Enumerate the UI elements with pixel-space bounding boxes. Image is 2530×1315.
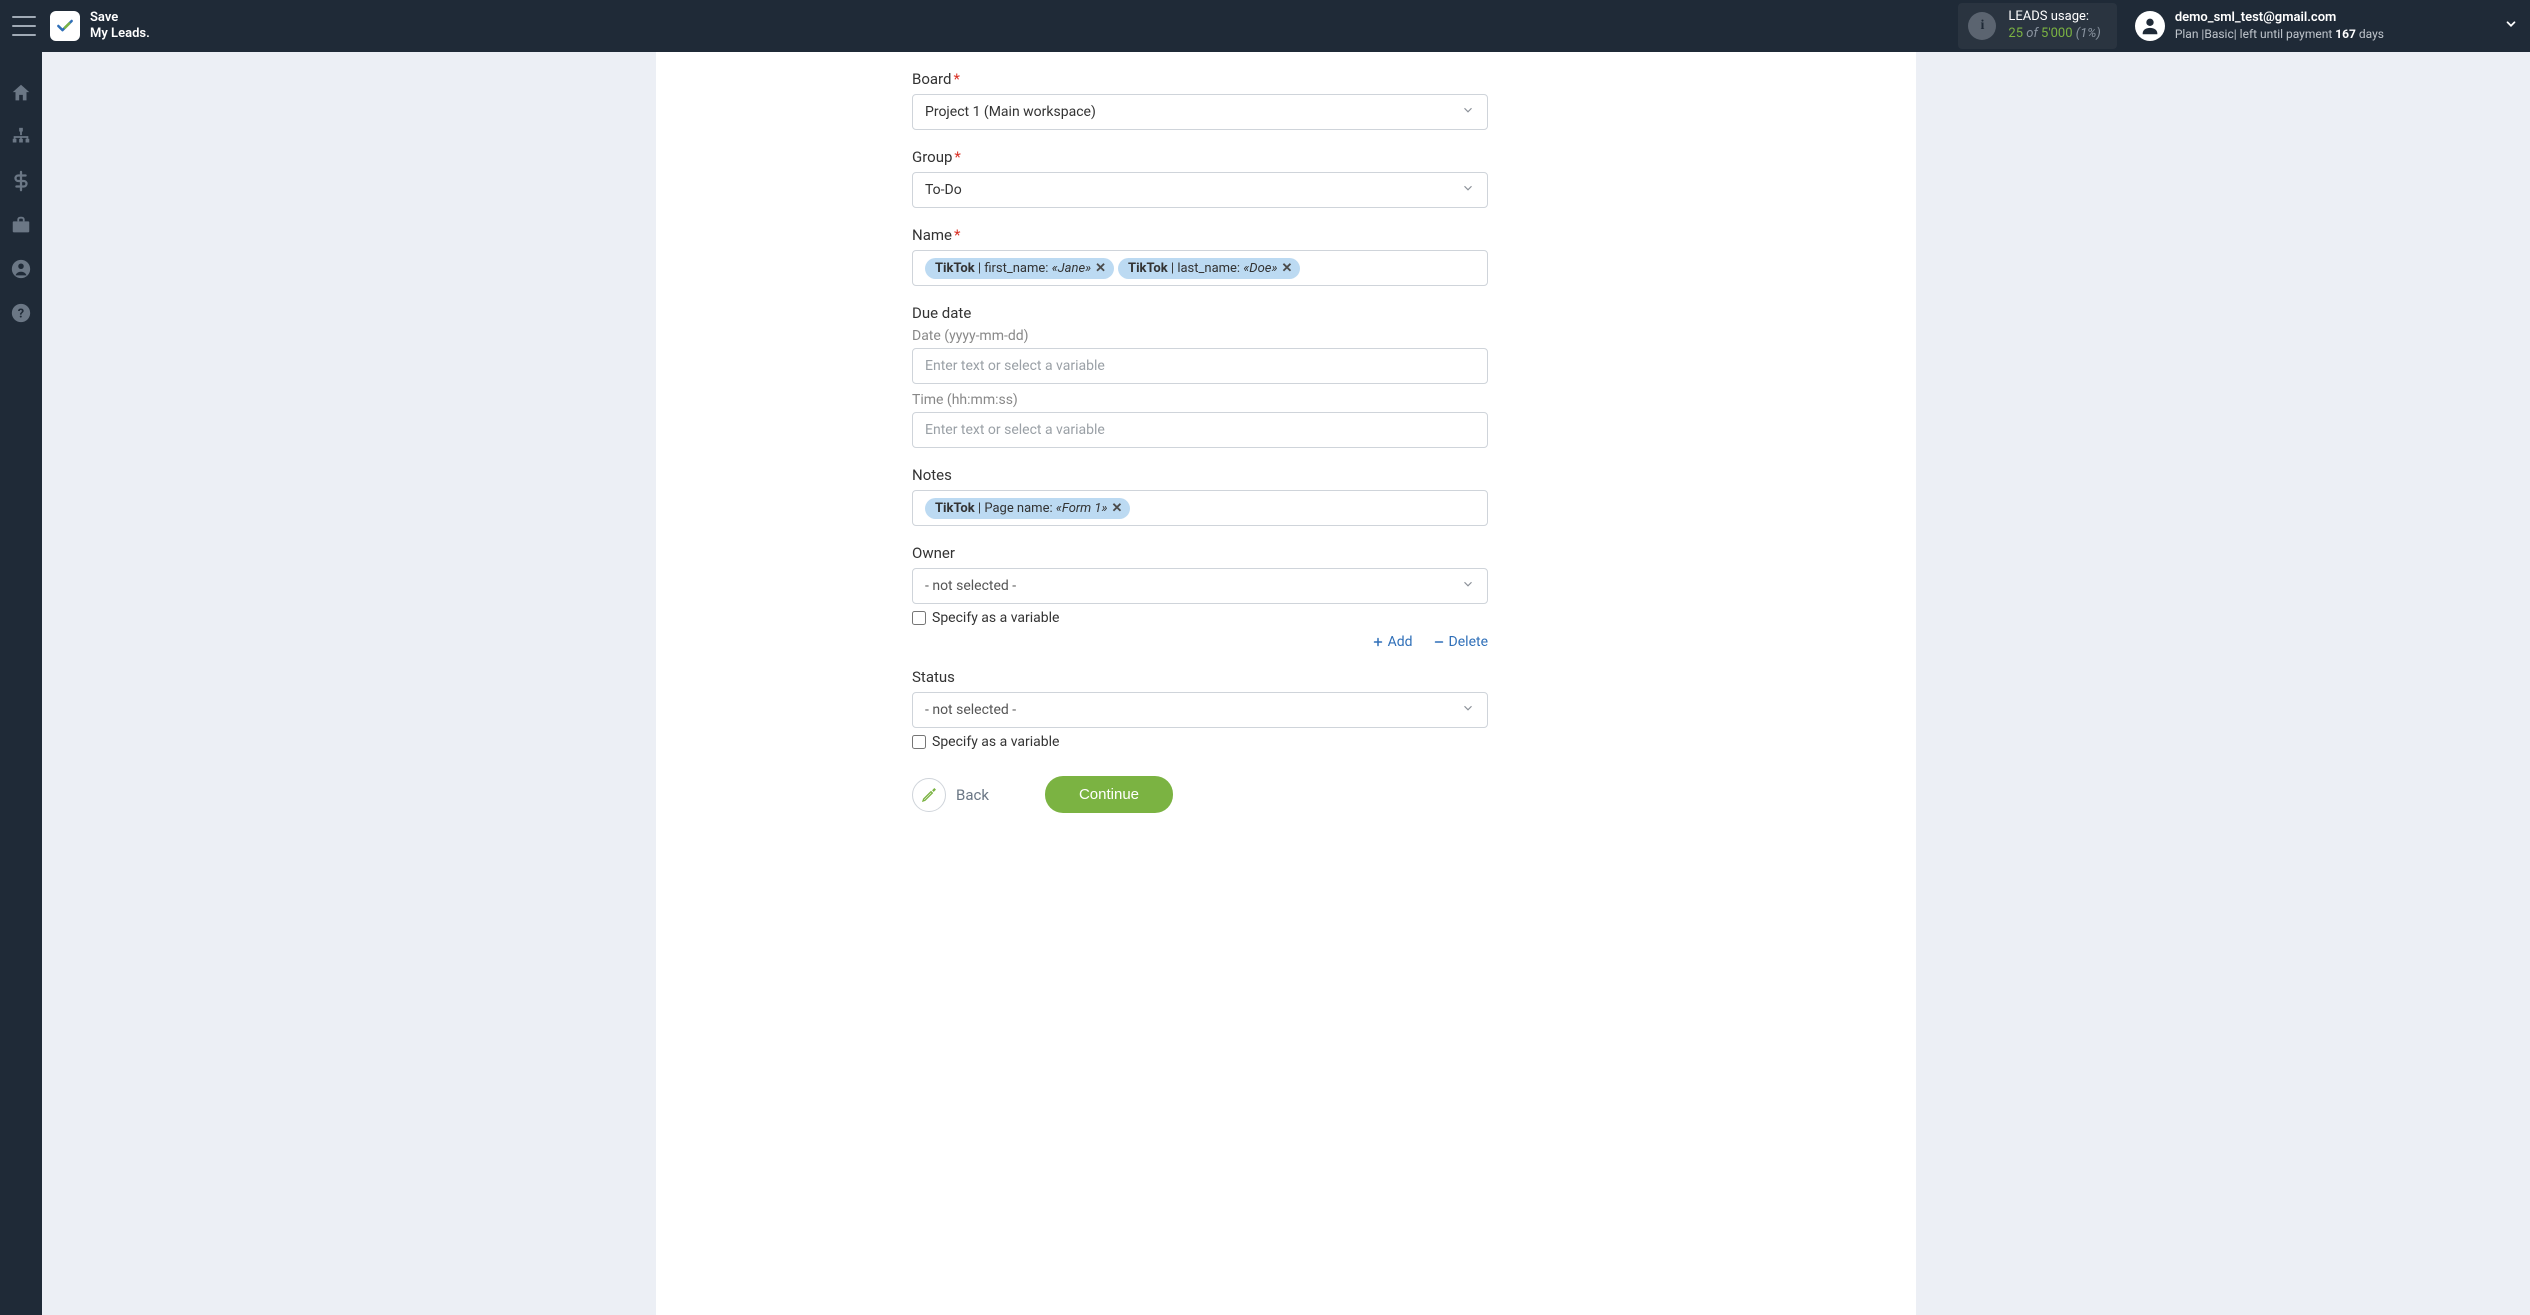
account-icon[interactable]: [10, 258, 32, 280]
time-input[interactable]: Enter text or select a variable: [912, 412, 1488, 448]
chevron-down-icon: [1461, 701, 1475, 719]
time-sublabel: Time (hh:mm:ss): [912, 392, 1488, 408]
continue-button[interactable]: Continue: [1045, 776, 1173, 813]
name-input[interactable]: TikTok | first_name: «Jane» ✕ TikTok | l…: [912, 250, 1488, 286]
help-icon[interactable]: ?: [10, 302, 32, 324]
leads-usage-pill[interactable]: i LEADS usage: 25 of 5'000 (1%): [1958, 3, 2116, 49]
group-label: Group*: [912, 148, 1488, 166]
board-label: Board*: [912, 70, 1488, 88]
briefcase-icon[interactable]: [10, 214, 32, 236]
user-email: demo_sml_test@gmail.com: [2175, 10, 2384, 27]
pencil-icon: [912, 778, 946, 812]
back-button[interactable]: Back: [912, 778, 989, 812]
billing-icon[interactable]: [10, 170, 32, 192]
notes-input[interactable]: TikTok | Page name: «Form 1» ✕: [912, 490, 1488, 526]
date-sublabel: Date (yyyy-mm-dd): [912, 328, 1488, 344]
group-select[interactable]: To-Do: [912, 172, 1488, 208]
chevron-down-icon: [1461, 577, 1475, 595]
chevron-down-icon: [1461, 181, 1475, 199]
remove-chip-icon[interactable]: ✕: [1095, 261, 1106, 276]
owner-label: Owner: [912, 544, 1488, 562]
status-checkbox-label: Specify as a variable: [932, 734, 1059, 750]
sidebar: ?: [0, 52, 42, 1315]
leads-used: 25: [2008, 26, 2023, 41]
owner-select[interactable]: - not selected -: [912, 568, 1488, 604]
variable-chip: TikTok | Page name: «Form 1» ✕: [925, 498, 1130, 519]
avatar-icon: [2135, 11, 2165, 41]
content-panel: Board* Project 1 (Main workspace) Group*…: [656, 52, 1916, 1315]
brand-name: Save My Leads.: [90, 10, 150, 41]
hamburger-menu[interactable]: [12, 16, 36, 36]
delete-button[interactable]: Delete: [1433, 634, 1488, 650]
remove-chip-icon[interactable]: ✕: [1281, 261, 1292, 276]
logo-icon[interactable]: [50, 11, 80, 41]
leads-label: LEADS usage:: [2008, 9, 2100, 26]
info-icon: i: [1968, 12, 1996, 40]
date-input[interactable]: Enter text or select a variable: [912, 348, 1488, 384]
variable-chip: TikTok | last_name: «Doe» ✕: [1118, 258, 1300, 279]
notes-label: Notes: [912, 466, 1488, 484]
add-button[interactable]: Add: [1372, 634, 1413, 650]
owner-variable-checkbox[interactable]: [912, 611, 926, 625]
owner-checkbox-label: Specify as a variable: [932, 610, 1059, 626]
chevron-down-icon[interactable]: [2504, 17, 2518, 35]
chevron-down-icon: [1461, 103, 1475, 121]
name-label: Name*: [912, 226, 1488, 244]
variable-chip: TikTok | first_name: «Jane» ✕: [925, 258, 1114, 279]
status-label: Status: [912, 668, 1488, 686]
status-variable-checkbox[interactable]: [912, 735, 926, 749]
home-icon[interactable]: [10, 82, 32, 104]
remove-chip-icon[interactable]: ✕: [1111, 501, 1122, 516]
svg-text:?: ?: [18, 307, 24, 322]
user-plan: Plan |Basic| left until payment 167 days: [2175, 27, 2384, 43]
topbar: Save My Leads. i LEADS usage: 25 of 5'00…: [0, 0, 2530, 52]
user-menu[interactable]: demo_sml_test@gmail.com Plan |Basic| lef…: [2135, 10, 2384, 42]
board-select[interactable]: Project 1 (Main workspace): [912, 94, 1488, 130]
due-date-label: Due date: [912, 304, 1488, 322]
integrations-icon[interactable]: [10, 126, 32, 148]
status-select[interactable]: - not selected -: [912, 692, 1488, 728]
